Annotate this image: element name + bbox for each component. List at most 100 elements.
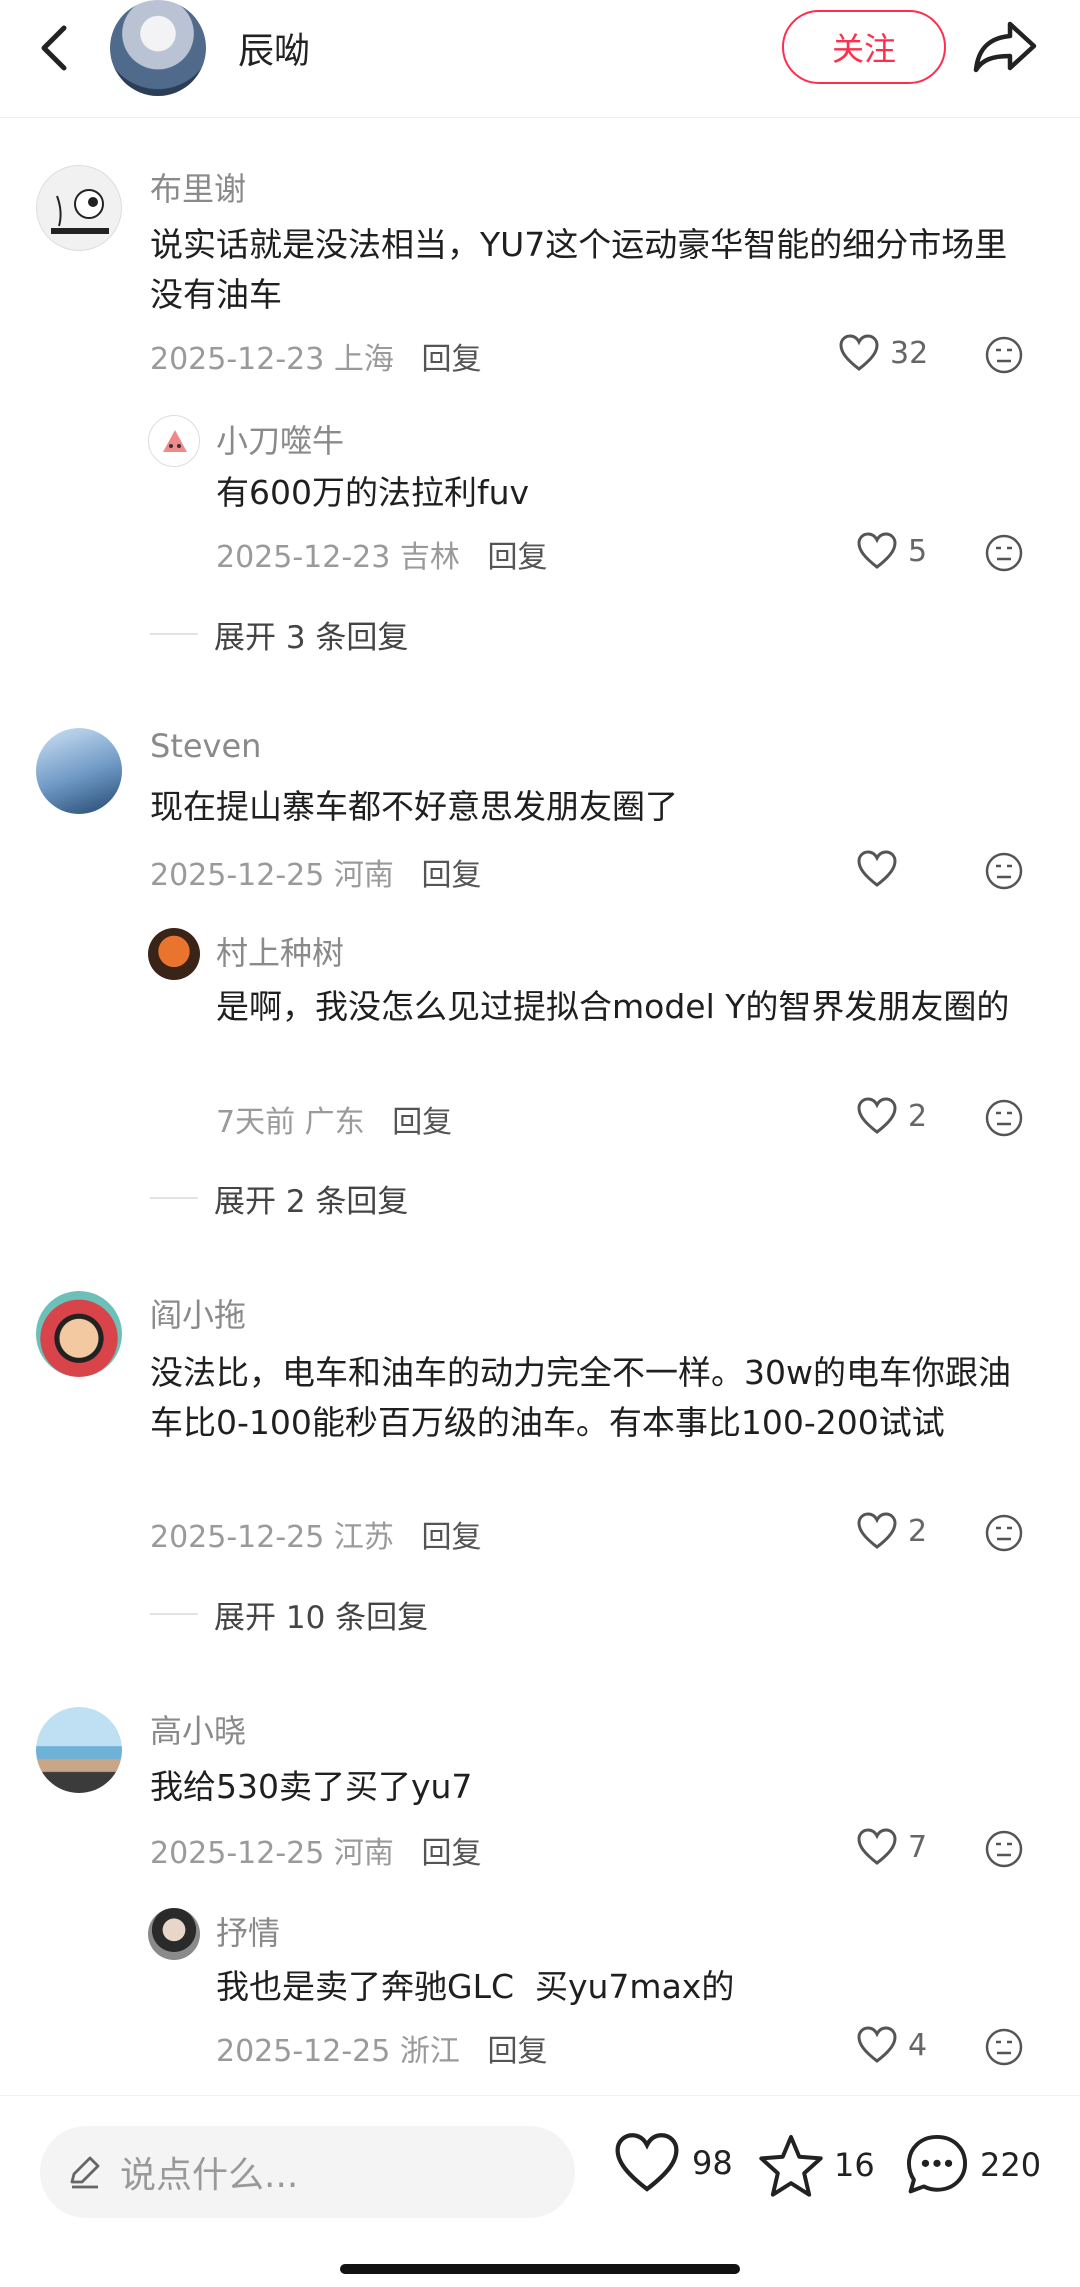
bottom-action-bar: 说点什么... 98 16 220 — [0, 2095, 1080, 2287]
comment-text: 说实话就是没法相当，YU7这个运动豪华智能的细分市场里没有油车 — [150, 225, 1008, 314]
reply-meta: 7天前 广东 回复 — [216, 1097, 452, 1141]
avatar[interactable] — [36, 1707, 122, 1793]
expand-replies-button[interactable]: 展开 2 条回复 — [214, 1176, 408, 1221]
reply-username[interactable]: 抒情 — [216, 1908, 280, 1954]
heart-icon — [857, 532, 897, 569]
like-count: 4 — [908, 2027, 928, 2063]
comment-text: 没法比，电车和油车的动力完全不一样。30w的电车你跟油车比0-100能秒百万级的… — [150, 1353, 1011, 1442]
like-count: 2 — [908, 1513, 928, 1549]
top-bar: 辰呦 关注 — [0, 0, 1080, 118]
comment-date: 2025-12-25 — [150, 1520, 325, 1555]
expand-replies-button[interactable]: 展开 10 条回复 — [214, 1592, 428, 1637]
comment-location: 江苏 — [333, 1520, 394, 1555]
like-button[interactable] — [856, 850, 908, 888]
reaction-emoji-icon[interactable] — [984, 2027, 1024, 2067]
comment-location: 河南 — [333, 858, 394, 893]
comment-date: 2025-12-23 — [150, 342, 325, 377]
reply-button[interactable]: 回复 — [487, 2034, 547, 2069]
comment-text: 我给530卖了买了yu7 — [150, 1767, 473, 1806]
reply-button[interactable]: 回复 — [421, 858, 481, 893]
comment-date: 2025-12-25 — [150, 1836, 325, 1871]
avatar[interactable] — [36, 728, 122, 814]
divider — [150, 633, 198, 635]
like-count: 2 — [908, 1098, 928, 1134]
star-icon — [759, 2134, 823, 2197]
reply-location: 吉林 — [399, 540, 460, 575]
heart-icon — [857, 1512, 897, 1549]
comment-date: 2025-12-25 — [150, 858, 325, 893]
heart-icon — [839, 334, 879, 371]
divider — [150, 1613, 198, 1615]
reply-button[interactable]: 回复 — [421, 1836, 481, 1871]
avatar[interactable] — [148, 415, 200, 467]
heart-icon — [857, 850, 897, 887]
comment-username[interactable]: 高小晓 — [150, 1706, 246, 1752]
reaction-emoji-icon[interactable] — [984, 1513, 1024, 1553]
like-total: 98 — [692, 2144, 733, 2182]
reaction-emoji-icon[interactable] — [984, 533, 1024, 573]
comment-button[interactable]: 220 — [904, 2132, 1041, 2198]
heart-icon — [857, 1828, 897, 1865]
like-button[interactable]: 2 — [856, 1512, 927, 1550]
reply-button[interactable]: 回复 — [421, 1520, 481, 1555]
avatar[interactable] — [36, 165, 122, 251]
reply-date: 2025-12-23 — [216, 540, 391, 575]
like-button[interactable]: 2 — [856, 1097, 927, 1135]
reply-location: 浙江 — [399, 2034, 460, 2069]
reaction-emoji-icon[interactable] — [984, 1829, 1024, 1869]
follow-button[interactable]: 关注 — [782, 10, 946, 84]
reply-date: 2025-12-25 — [216, 2034, 391, 2069]
comment-input[interactable]: 说点什么... — [40, 2126, 575, 2218]
avatar[interactable] — [148, 1908, 200, 1960]
like-count: 7 — [908, 1829, 928, 1865]
expand-replies-button[interactable]: 展开 3 条回复 — [214, 612, 408, 657]
reply-username[interactable]: 村上种树 — [216, 928, 344, 974]
comment-total: 220 — [980, 2146, 1042, 2184]
comment-input-placeholder: 说点什么... — [120, 2155, 299, 2196]
reply-text: 是啊，我没怎么见过提拟合model Y的智界发朋友圈的 — [216, 987, 1010, 1026]
reaction-emoji-icon[interactable] — [984, 851, 1024, 891]
reply-date: 7天前 — [216, 1105, 296, 1140]
avatar[interactable] — [36, 1291, 122, 1377]
like-button[interactable]: 5 — [856, 532, 927, 570]
comment-location: 河南 — [333, 1836, 394, 1871]
comment-meta: 2025-12-25 河南 回复 — [150, 1828, 481, 1872]
reply-text: 我也是卖了奔驰GLC 买yu7max的 — [216, 1967, 735, 2006]
like-button[interactable]: 4 — [856, 2026, 927, 2064]
author-avatar[interactable] — [110, 0, 206, 96]
reaction-emoji-icon[interactable] — [984, 335, 1024, 375]
reply-button[interactable]: 回复 — [392, 1105, 452, 1140]
back-arrow-icon[interactable] — [30, 18, 80, 78]
reply-meta: 2025-12-25 浙江 回复 — [216, 2026, 547, 2070]
comment-meta: 2025-12-25 江苏 回复 — [150, 1512, 481, 1556]
reply-username[interactable]: 小刀噬牛 — [216, 416, 344, 462]
like-post-button[interactable]: 98 — [612, 2132, 733, 2194]
collect-button[interactable]: 16 — [758, 2132, 875, 2198]
comment-meta: 2025-12-23 上海 回复 — [150, 334, 481, 378]
avatar[interactable] — [148, 928, 200, 980]
pencil-icon — [70, 2156, 100, 2189]
like-count: 5 — [908, 533, 928, 569]
heart-icon — [615, 2133, 679, 2192]
comment-username[interactable]: 阎小拖 — [150, 1290, 246, 1336]
like-button[interactable]: 7 — [856, 1828, 927, 1866]
comment-meta: 2025-12-25 河南 回复 — [150, 850, 481, 894]
comment-text: 现在提山寨车都不好意思发朋友圈了 — [150, 787, 678, 826]
collect-total: 16 — [834, 2146, 875, 2184]
comment-location: 上海 — [333, 342, 394, 377]
author-name[interactable]: 辰呦 — [238, 22, 310, 74]
comment-username[interactable]: Steven — [150, 727, 261, 765]
home-indicator — [340, 2264, 740, 2274]
reply-button[interactable]: 回复 — [421, 342, 481, 377]
reply-text: 有600万的法拉利fuv — [216, 473, 530, 512]
reply-button[interactable]: 回复 — [487, 540, 547, 575]
heart-icon — [857, 2026, 897, 2063]
like-count: 32 — [890, 335, 929, 371]
reaction-emoji-icon[interactable] — [984, 1098, 1024, 1138]
divider — [150, 1197, 198, 1199]
comment-bubble-icon — [906, 2134, 968, 2194]
heart-icon — [857, 1097, 897, 1134]
share-icon[interactable] — [970, 16, 1040, 76]
comment-username[interactable]: 布里谢 — [150, 164, 246, 210]
like-button[interactable]: 32 — [838, 334, 928, 372]
